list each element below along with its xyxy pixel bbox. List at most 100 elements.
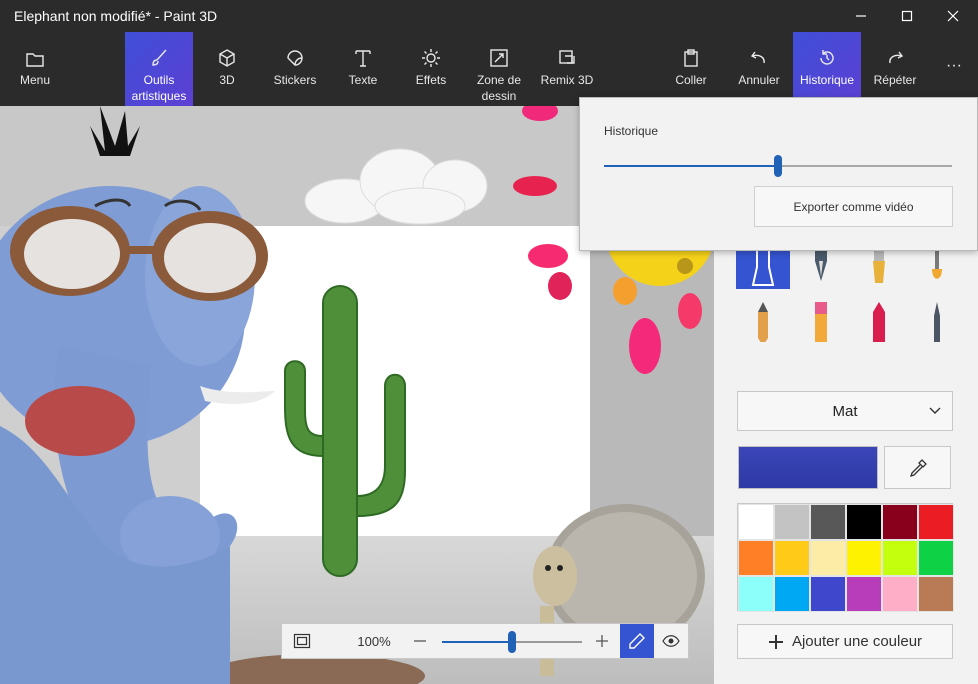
fit-view-button[interactable] [282,624,322,658]
tab-canvas-label: Zone de dessin [476,73,522,103]
view-mode-button[interactable] [654,624,688,658]
watercolor-brush[interactable] [910,245,964,289]
fit-view-icon [293,633,311,649]
menu-button[interactable]: Menu [0,32,70,106]
tab-art-tools-label: Outils artistiques [131,73,187,103]
tab-remix-3d[interactable]: Remix 3D [533,32,601,106]
tab-stickers[interactable]: Stickers [261,32,329,106]
marker-brush[interactable] [736,245,790,289]
current-color-swatch[interactable] [738,446,878,489]
folder-icon [26,53,44,67]
elephant-model [0,106,275,684]
cactus-model [284,285,406,577]
tab-3d[interactable]: 3D [193,32,261,106]
pixel-pen-icon [934,302,940,342]
color-swatch[interactable] [846,540,882,576]
tab-art-tools[interactable]: Outils artistiques [125,32,193,106]
pencil-brush[interactable] [736,300,790,344]
color-swatch[interactable] [774,576,810,612]
plus-icon [768,634,783,649]
eyedropper-icon [909,458,927,477]
export-video-button[interactable]: Exporter comme vidéo [754,186,953,227]
cloud-sticker [304,148,488,225]
edit-mode-button[interactable] [620,624,654,658]
tab-text-label: Texte [348,73,378,87]
minimize-icon [856,15,866,17]
paste-button[interactable]: Coller [658,32,724,106]
color-swatch[interactable] [882,576,918,612]
undo-button[interactable]: Annuler [726,32,792,106]
eraser-brush[interactable] [794,300,848,344]
eraser-icon [815,302,827,342]
maximize-button[interactable] [884,0,930,32]
more-label: ··· [946,57,962,74]
paste-label: Coller [675,73,707,87]
color-swatch[interactable] [918,576,954,612]
color-swatch[interactable] [738,504,774,540]
pencil-icon [758,302,768,342]
sun-icon [422,49,440,67]
color-swatch[interactable] [882,504,918,540]
crayon-brush[interactable] [852,300,906,344]
zoom-value: 100% [357,633,391,649]
color-swatch[interactable] [774,540,810,576]
color-swatch[interactable] [882,540,918,576]
zoom-slider-thumb[interactable] [508,631,516,653]
finish-dropdown[interactable]: Mat [737,391,953,431]
history-flyout: Historique Exporter comme vidéo [579,97,978,251]
color-swatch[interactable] [774,504,810,540]
maximize-icon [901,10,913,22]
color-swatch[interactable] [810,576,846,612]
color-swatch[interactable] [738,540,774,576]
watercolor-icon [932,247,942,279]
history-slider-fill [604,165,778,167]
color-swatch[interactable] [810,504,846,540]
pixel-pen-brush[interactable] [910,300,964,344]
minus-icon [414,640,426,642]
zoom-slider[interactable] [442,631,582,653]
export-video-label: Exporter comme vidéo [793,199,914,214]
minimize-button[interactable] [838,0,884,32]
ribbon-toolbar: Menu Outils artistiques 3D Stickers Text… [0,32,978,106]
color-swatch[interactable] [810,540,846,576]
sticker-icon [287,50,303,66]
redo-button[interactable]: Répéter [862,32,928,106]
more-button[interactable]: ··· [930,32,978,106]
zoom-out-button[interactable] [407,624,433,658]
oil-brush-icon [873,247,885,283]
chevron-down-icon [929,407,941,414]
color-swatch[interactable] [846,504,882,540]
tab-canvas[interactable]: Zone de dessin [465,32,533,106]
history-button[interactable]: Historique [793,32,861,106]
zoom-in-button[interactable] [589,624,615,658]
color-swatch[interactable] [918,504,954,540]
remix-icon [559,50,575,64]
close-button[interactable] [930,0,976,32]
history-label: Historique [799,73,855,87]
add-color-label: Ajouter une couleur [791,633,923,650]
redo-icon [889,51,904,64]
zoom-bar: 100% [281,623,689,659]
tab-effects[interactable]: Effets [397,32,465,106]
oil-brush[interactable] [852,245,906,289]
color-palette [737,503,954,612]
eyedropper-button[interactable] [884,446,951,489]
plus-icon [596,635,608,647]
title-bar: Elephant non modifié* - Paint 3D [0,0,978,32]
eye-icon [662,635,680,647]
history-slider-thumb[interactable] [774,155,782,177]
color-swatch[interactable] [918,540,954,576]
history-slider[interactable] [604,155,952,177]
tab-effects-label: Effets [415,73,447,87]
tab-stickers-label: Stickers [273,73,317,87]
cube-icon [219,49,235,67]
color-swatch[interactable] [738,576,774,612]
history-icon [820,50,834,65]
pen-nib-icon [815,247,827,281]
tab-text[interactable]: Texte [329,32,397,106]
add-color-button[interactable]: Ajouter une couleur [737,624,953,659]
undo-icon [750,51,765,64]
calligraphy-pen-brush[interactable] [794,245,848,289]
color-swatch[interactable] [846,576,882,612]
menu-label: Menu [19,73,51,87]
